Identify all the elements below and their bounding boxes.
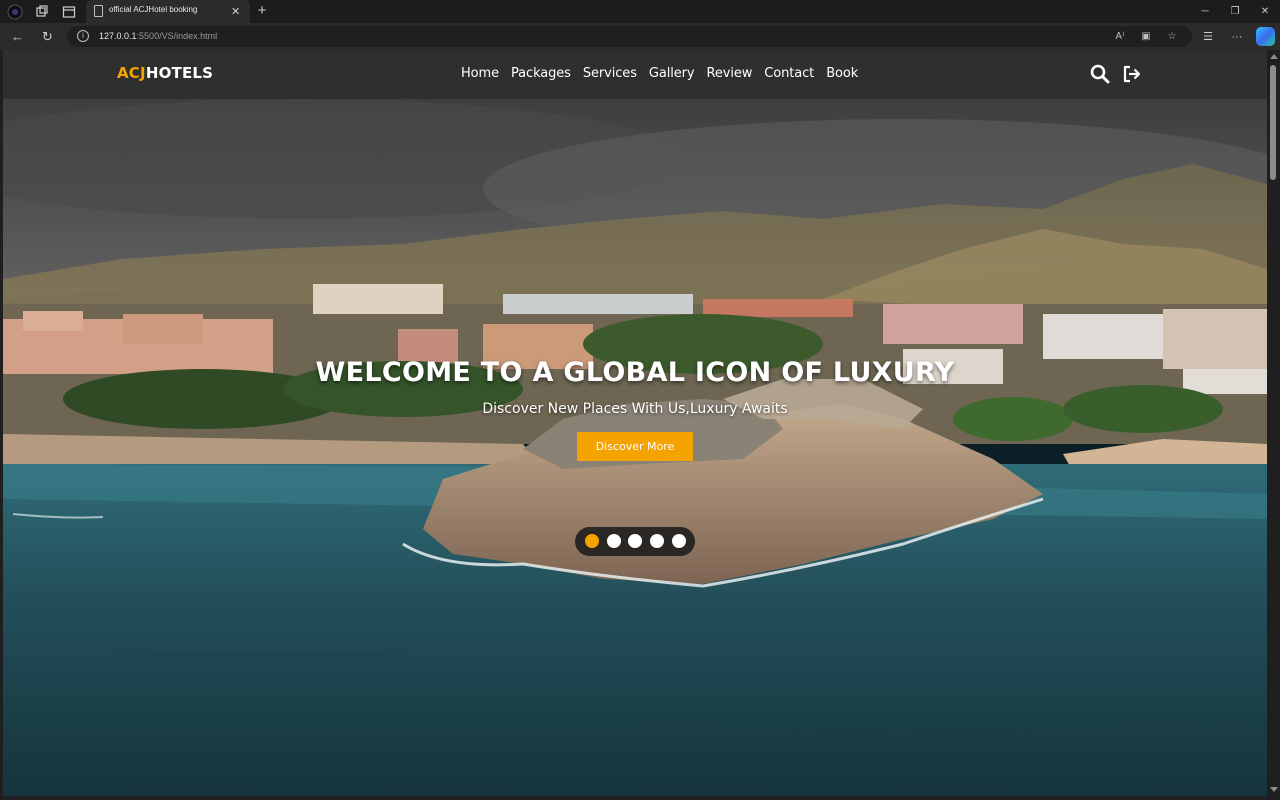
copilot-icon[interactable] bbox=[1256, 27, 1275, 46]
browser-tab-active[interactable]: official ACJHotel booking ✕ bbox=[86, 0, 250, 23]
site-logo[interactable]: ACJHOTELS bbox=[117, 64, 213, 82]
favorite-star-icon[interactable]: ☆ bbox=[1165, 30, 1179, 44]
tab-title: official ACJHotel booking bbox=[109, 5, 198, 14]
tab-close-icon[interactable]: ✕ bbox=[231, 5, 240, 18]
nav-home[interactable]: Home bbox=[461, 66, 499, 81]
nav-gallery[interactable]: Gallery bbox=[649, 66, 695, 81]
reload-icon[interactable]: ↻ bbox=[39, 28, 56, 45]
scroll-up-arrow-icon[interactable] bbox=[1270, 54, 1278, 59]
nav-services[interactable]: Services bbox=[583, 66, 637, 81]
page-scrollbar[interactable] bbox=[1267, 50, 1280, 796]
back-arrow-icon[interactable]: ← bbox=[9, 28, 26, 45]
url-text[interactable]: 127.0.0.1:5500/VS/index.html bbox=[99, 31, 217, 41]
slider-dot-4[interactable] bbox=[650, 534, 664, 548]
minimize-button[interactable]: ─ bbox=[1196, 4, 1214, 19]
web-page: ACJHOTELS Home Packages Services Gallery… bbox=[3, 50, 1267, 796]
slider-dot-2[interactable] bbox=[607, 534, 621, 548]
page-favicon-icon bbox=[94, 5, 103, 17]
slider-dot-5[interactable] bbox=[672, 534, 686, 548]
main-nav: Home Packages Services Gallery Review Co… bbox=[461, 66, 870, 81]
nav-book[interactable]: Book bbox=[826, 66, 858, 81]
discover-more-button[interactable]: Discover More bbox=[577, 432, 693, 461]
vertical-tabs-icon[interactable] bbox=[60, 3, 78, 20]
search-icon[interactable] bbox=[1090, 64, 1110, 84]
nav-contact[interactable]: Contact bbox=[764, 66, 814, 81]
site-info-icon[interactable]: i bbox=[77, 30, 89, 42]
browser-toolbar: ← ↻ i 127.0.0.1:5500/VS/index.html A⁾ ▣ … bbox=[0, 23, 1280, 50]
favorites-icon[interactable]: ☰ bbox=[1200, 29, 1216, 45]
window-close-button[interactable]: ✕ bbox=[1256, 4, 1274, 19]
slider-dot-3[interactable] bbox=[628, 534, 642, 548]
address-bar[interactable]: i 127.0.0.1:5500/VS/index.html A⁾ ▣ ☆ bbox=[67, 26, 1192, 47]
browser-profile-icon[interactable] bbox=[6, 3, 24, 20]
hero-subtitle: Discover New Places With Us,Luxury Await… bbox=[482, 401, 788, 417]
nav-packages[interactable]: Packages bbox=[511, 66, 571, 81]
logout-icon[interactable] bbox=[1122, 64, 1142, 84]
slider-dot-1[interactable] bbox=[585, 534, 599, 548]
nav-review[interactable]: Review bbox=[707, 66, 753, 81]
restore-button[interactable]: ❐ bbox=[1226, 4, 1244, 19]
slider-pagination bbox=[575, 527, 695, 556]
scroll-thumb[interactable] bbox=[1270, 65, 1276, 180]
hero-slider: WELCOME TO A GLOBAL ICON OF LUXURY Disco… bbox=[3, 99, 1267, 796]
browser-tab-bar: official ACJHotel booking ✕ + ─ ❐ ✕ bbox=[0, 0, 1280, 23]
site-header: ACJHOTELS Home Packages Services Gallery… bbox=[3, 50, 1267, 99]
scroll-down-arrow-icon[interactable] bbox=[1270, 787, 1278, 792]
workspaces-icon[interactable] bbox=[33, 3, 51, 20]
reader-view-icon[interactable]: ▣ bbox=[1139, 30, 1153, 44]
hero-title: WELCOME TO A GLOBAL ICON OF LUXURY bbox=[315, 357, 955, 388]
new-tab-button[interactable]: + bbox=[255, 2, 269, 20]
more-menu-icon[interactable]: ··· bbox=[1229, 29, 1245, 45]
read-aloud-icon[interactable]: A⁾ bbox=[1113, 30, 1127, 44]
